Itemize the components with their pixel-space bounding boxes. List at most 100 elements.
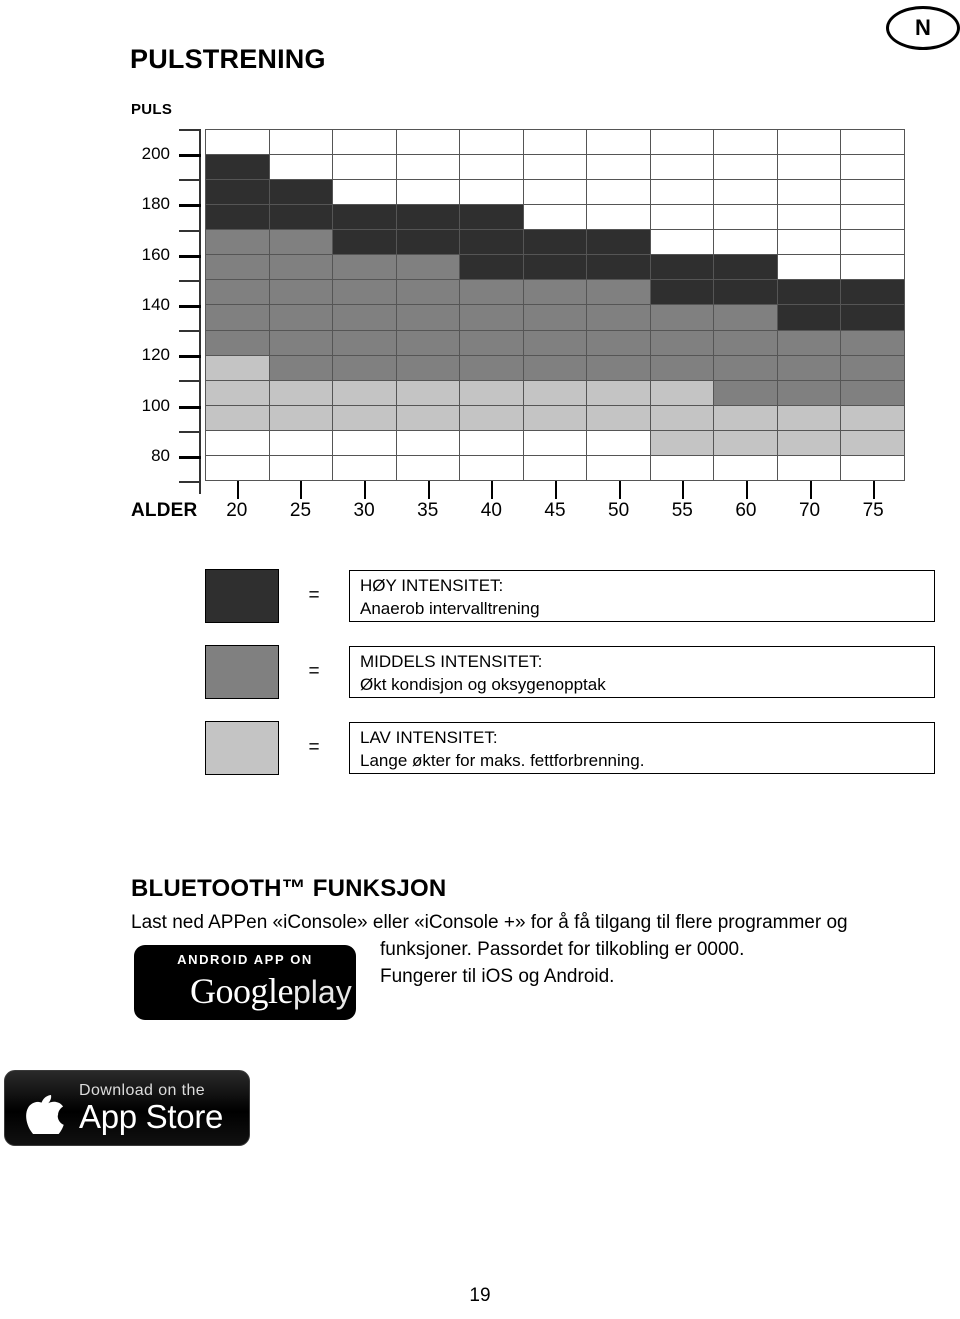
chart-cell <box>333 255 397 281</box>
chart-cell <box>777 155 842 181</box>
chart-cell <box>650 230 715 256</box>
legend-swatch <box>205 721 279 775</box>
y-axis-tick <box>179 305 201 308</box>
google-play-wordmark: Googleplay <box>190 971 352 1012</box>
y-axis-tick <box>179 355 201 359</box>
chart-cell <box>841 405 905 431</box>
chart-cell <box>650 205 715 231</box>
chart-cell <box>587 405 651 431</box>
chart-cell <box>460 280 524 306</box>
y-axis-tick <box>179 154 201 158</box>
legend-title: LAV INTENSITET: <box>360 728 498 747</box>
chart-cell <box>523 430 588 456</box>
x-axis-labels: 20 25 30 35 40 45 50 55 60 70 75 <box>205 500 905 524</box>
chart-cell <box>841 455 905 481</box>
chart-cell <box>650 355 715 381</box>
legend-equals-sign: = <box>308 661 320 682</box>
chart-cell <box>523 155 588 181</box>
chart-cell <box>777 455 842 481</box>
chart-cell <box>841 230 905 256</box>
chart-cell <box>777 255 842 281</box>
google-play-badge[interactable]: ANDROID APP ON Googleplay <box>134 945 356 1020</box>
chart-cell <box>460 430 524 456</box>
chart-cell <box>650 305 715 331</box>
chart-cell <box>206 430 270 456</box>
legend-title: MIDDELS INTENSITET: <box>360 652 543 671</box>
chart-cell <box>841 380 905 406</box>
chart-cell <box>777 430 842 456</box>
chart-cell <box>841 305 905 331</box>
x-axis-tick-label: 60 <box>735 500 757 521</box>
legend-equals-sign: = <box>308 585 320 606</box>
x-axis-tick-label: 30 <box>353 500 375 521</box>
chart-cell <box>396 205 461 231</box>
chart-cell <box>523 230 588 256</box>
chart-cell <box>523 255 588 281</box>
chart-cell <box>396 180 461 206</box>
chart-cell <box>206 455 270 481</box>
chart-cell <box>587 230 651 256</box>
chart-cell <box>523 355 588 381</box>
chart-cell <box>333 305 397 331</box>
x-axis-tick-label: 20 <box>226 500 248 521</box>
chart-cell <box>460 155 524 181</box>
chart-cell <box>333 155 397 181</box>
legend-description-box: HØY INTENSITET: Anaerob intervalltrening <box>349 570 935 622</box>
chart-cell <box>333 430 397 456</box>
chart-cell <box>777 230 842 256</box>
legend-description-box: LAV INTENSITET: Lange økter for maks. fet… <box>349 722 935 774</box>
chart-cell <box>587 305 651 331</box>
x-axis-tick <box>809 481 812 499</box>
pulse-training-chart <box>205 129 905 481</box>
legend-detail: Lange økter for maks. fettforbrenning. <box>360 751 645 770</box>
x-axis-tick-label: 70 <box>798 500 821 521</box>
x-axis-tick-label: 50 <box>608 500 630 521</box>
chart-cell <box>396 230 461 256</box>
chart-cell <box>206 155 270 181</box>
x-axis-ticks <box>205 481 905 499</box>
x-axis-tick-label: 25 <box>289 500 312 521</box>
app-store-brand: App Store <box>79 1098 224 1135</box>
chart-cell <box>460 455 524 481</box>
chart-cell <box>650 130 715 156</box>
chart-cell <box>206 405 270 431</box>
chart-cell <box>777 305 842 331</box>
bluetooth-text-line-3: Fungerer til iOS og Android. <box>380 966 615 987</box>
y-axis-tick <box>179 129 201 131</box>
y-axis-line <box>199 129 201 494</box>
y-axis-labels: 200 180 160 140 120 100 80 <box>108 129 170 481</box>
chart-cell <box>396 130 461 156</box>
x-axis-tick <box>236 481 239 499</box>
chart-cell <box>523 405 588 431</box>
chart-cell <box>777 330 842 356</box>
chart-cell <box>841 180 905 206</box>
chart-cell <box>396 330 461 356</box>
chart-cell <box>523 130 588 156</box>
chart-cell <box>460 130 524 156</box>
chart-cell <box>714 230 778 256</box>
chart-cell <box>333 405 397 431</box>
y-axis-tick-label: 80 <box>151 445 170 465</box>
chart-cell <box>523 455 588 481</box>
chart-cell <box>460 255 524 281</box>
chart-cell <box>777 380 842 406</box>
chart-cell <box>206 280 270 306</box>
chart-cell <box>396 305 461 331</box>
app-store-badge[interactable]: Download on the App Store <box>4 1070 250 1146</box>
legend-detail: Anaerob intervalltrening <box>360 599 540 618</box>
y-axis-title: PULS <box>131 101 173 118</box>
y-axis-tick <box>179 204 201 208</box>
x-axis-tick <box>427 481 430 499</box>
chart-cell <box>269 155 334 181</box>
bluetooth-text-line-1: Last ned APPen «iConsole» eller «iConsol… <box>131 912 848 933</box>
legend-equals-sign: = <box>308 737 320 758</box>
chart-cell <box>206 380 270 406</box>
chart-cell <box>650 405 715 431</box>
chart-cell <box>523 330 588 356</box>
chart-cell <box>650 280 715 306</box>
chart-cell <box>650 180 715 206</box>
y-axis-tick <box>179 405 201 409</box>
chart-cell <box>206 205 270 231</box>
legend-title: HØY INTENSITET: <box>360 576 504 595</box>
x-axis-tick <box>300 481 303 499</box>
